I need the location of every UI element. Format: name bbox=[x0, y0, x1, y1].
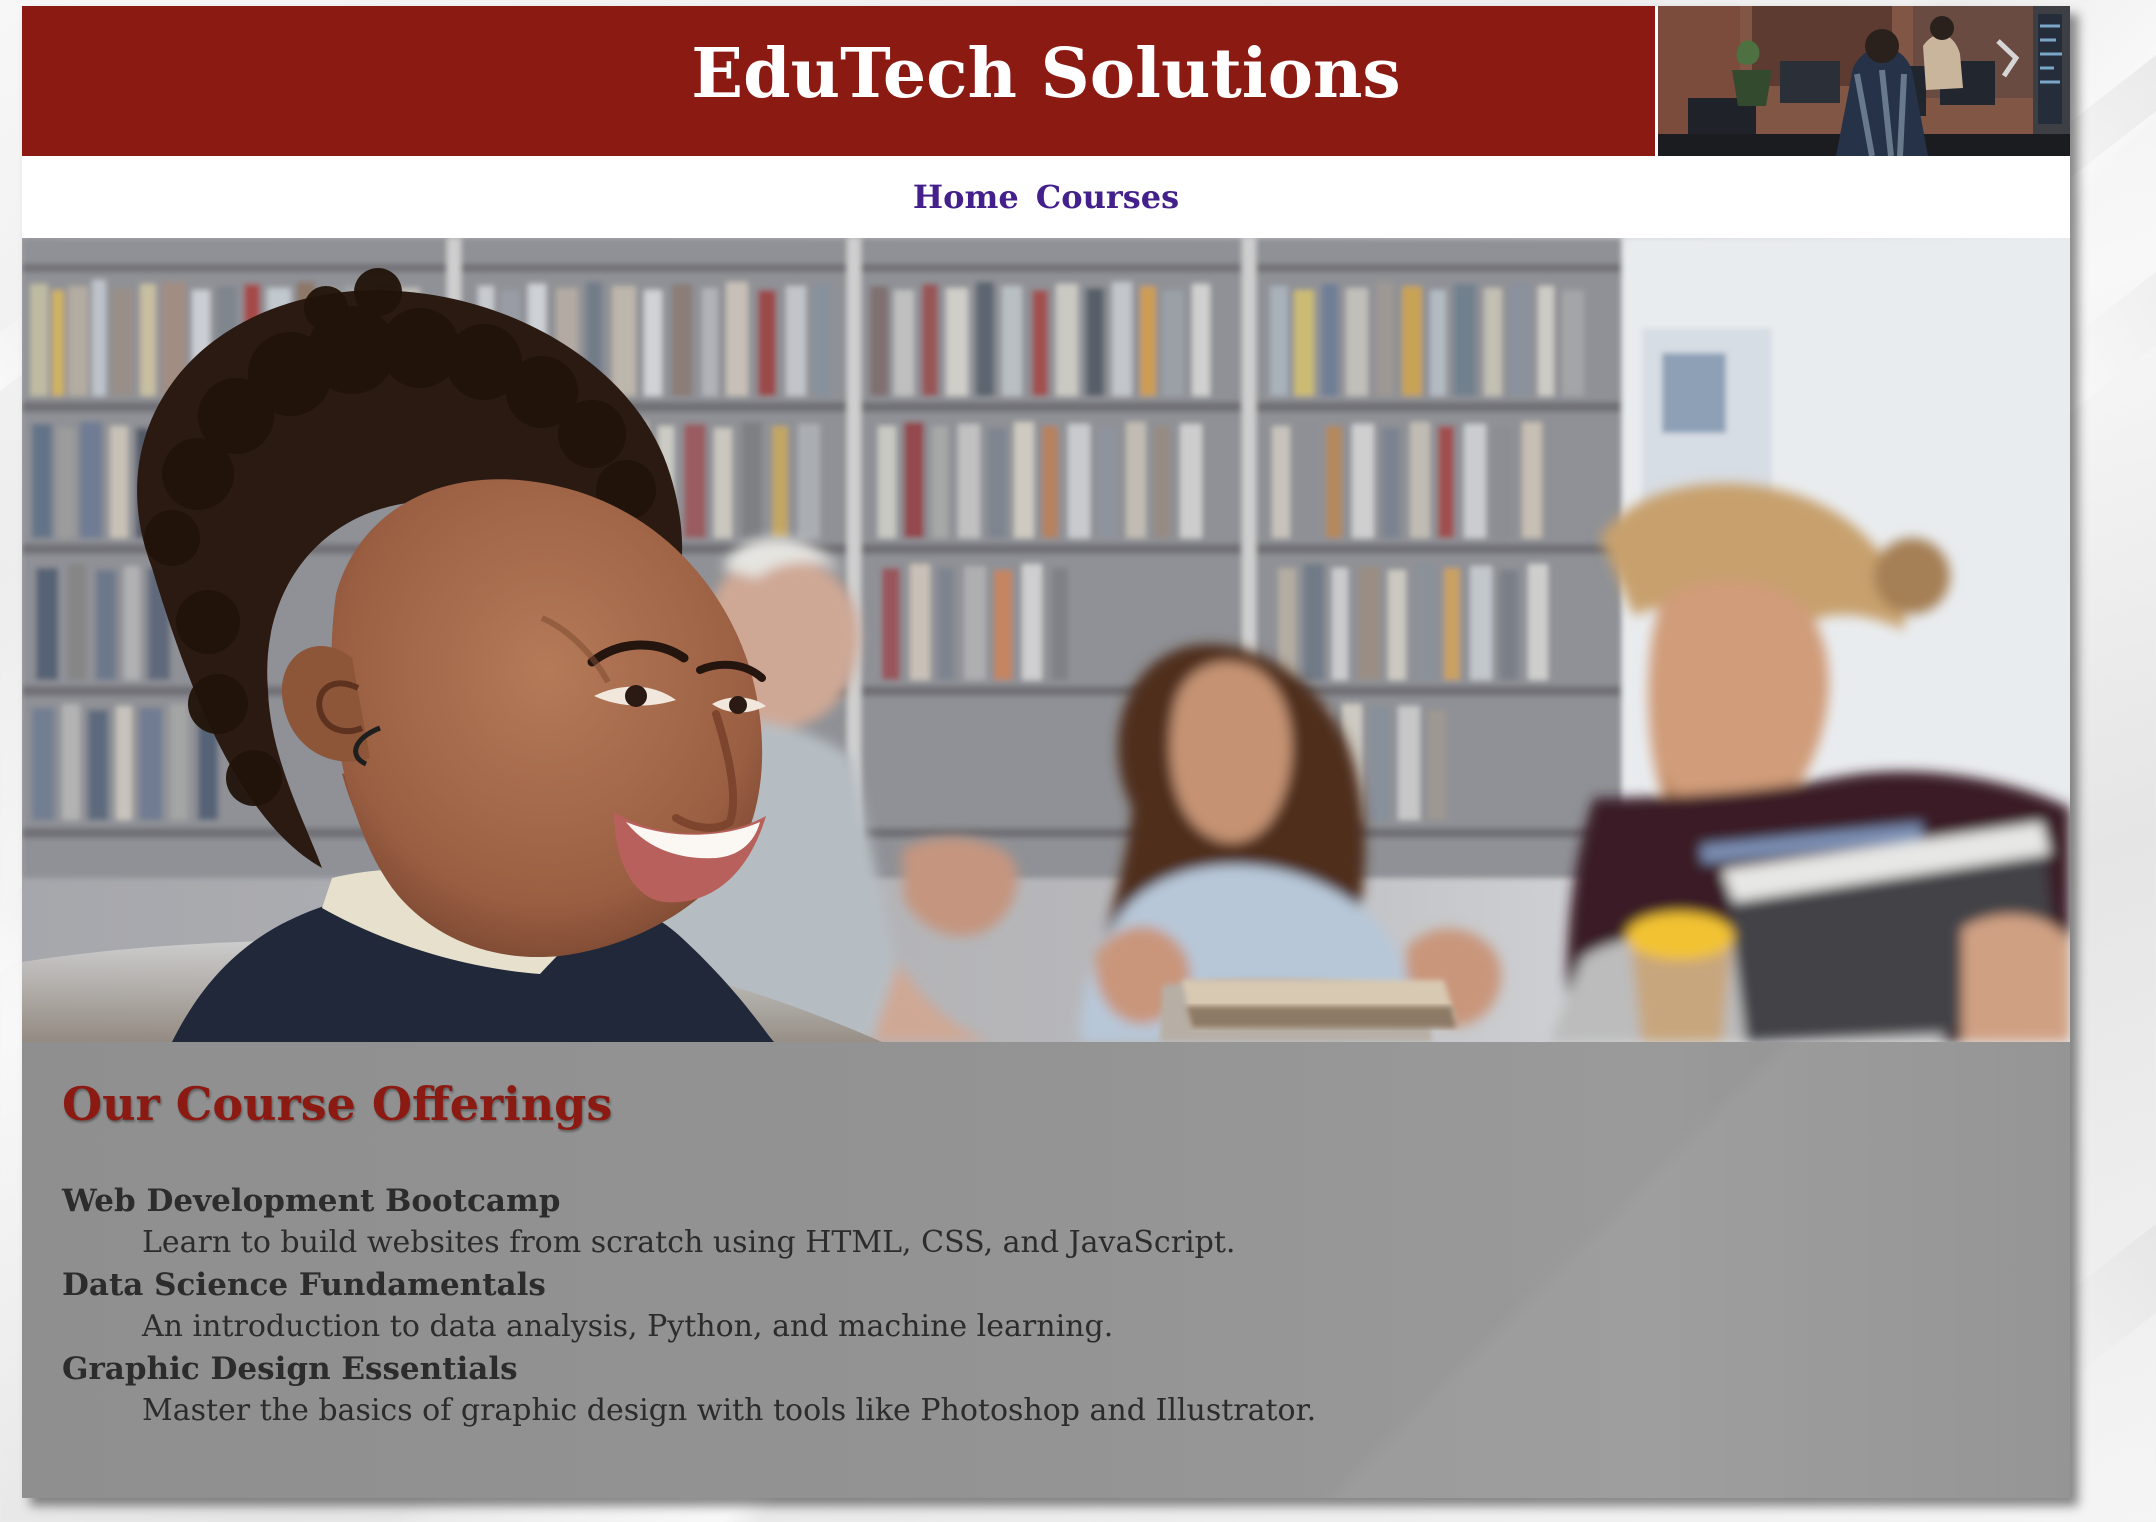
hero-section bbox=[22, 238, 2070, 1042]
website-page: EduTech Solutions Home Courses Our Cours… bbox=[22, 6, 2070, 1498]
course-description-graphic-design: Master the basics of graphic design with… bbox=[142, 1393, 1317, 1428]
course-offerings-heading: Our Course Offerings bbox=[62, 1077, 613, 1131]
nav-link-courses[interactable]: Courses bbox=[1036, 156, 1179, 238]
course-list: Web Development Bootcamp Learn to build … bbox=[62, 1180, 2022, 1432]
course-offerings-section: Our Course Offerings Web Development Boo… bbox=[22, 1042, 2070, 1498]
course-title-data-science: Data Science Fundamentals bbox=[62, 1267, 546, 1303]
nav-link-home[interactable]: Home bbox=[913, 156, 1019, 238]
hero-students-library-photo bbox=[22, 238, 2070, 1042]
course-title-graphic-design: Graphic Design Essentials bbox=[62, 1351, 518, 1387]
course-description-web-development: Learn to build websites from scratch usi… bbox=[142, 1225, 1236, 1260]
header-office-photo-image bbox=[1658, 6, 2070, 156]
site-header: EduTech Solutions bbox=[22, 6, 2070, 156]
main-navigation: Home Courses bbox=[22, 156, 2070, 238]
header-office-photo bbox=[1655, 6, 2070, 156]
course-title-web-development: Web Development Bootcamp bbox=[62, 1183, 561, 1219]
course-description-data-science: An introduction to data analysis, Python… bbox=[142, 1309, 1114, 1344]
